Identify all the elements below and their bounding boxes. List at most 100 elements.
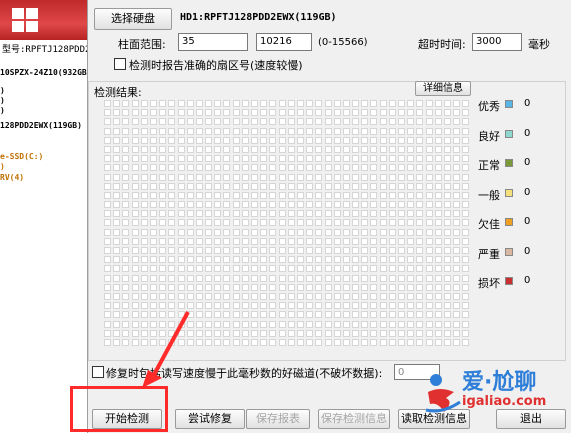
- sector-cell: [232, 173, 240, 181]
- sector-cell: [388, 182, 396, 190]
- sector-cell: [241, 145, 249, 153]
- sector-cell: [434, 228, 442, 236]
- sector-cell: [398, 201, 405, 209]
- sector-cell: [113, 311, 121, 319]
- sector-cell: [104, 256, 111, 264]
- sector-cell: [140, 228, 148, 236]
- sector-cell: [361, 247, 369, 254]
- sector-cell: [388, 329, 396, 337]
- sector-cell: [379, 145, 387, 153]
- sector-cell: [232, 283, 240, 291]
- sector-cell: [315, 219, 323, 227]
- details-button[interactable]: 详细信息: [415, 81, 471, 96]
- sector-cell: [131, 320, 139, 328]
- sector-cell: [159, 201, 167, 209]
- sector-cell: [168, 182, 176, 190]
- sector-cell: [342, 191, 350, 199]
- sector-cell: [251, 145, 258, 153]
- sector-cell: [113, 302, 121, 310]
- sector-cell: [416, 329, 424, 337]
- tree-item[interactable]: ): [0, 96, 5, 105]
- sector-cell: [260, 329, 268, 337]
- legend-item: 正常 0: [478, 157, 538, 172]
- report-exact-sector-checkbox[interactable]: [114, 58, 126, 70]
- sector-cell: [352, 210, 360, 218]
- sector-cell: [287, 100, 295, 107]
- sector-cell: [361, 210, 369, 218]
- sector-cell: [278, 237, 286, 245]
- sector-cell: [388, 191, 396, 199]
- sector-cell: [260, 164, 268, 172]
- range-end-input[interactable]: 10216: [256, 33, 312, 51]
- sector-cell: [186, 145, 194, 153]
- sector-cell: [315, 127, 323, 135]
- sector-cell: [131, 127, 139, 135]
- tree-item[interactable]: ): [0, 86, 5, 95]
- save-scan-info-button[interactable]: 保存检测信息: [318, 409, 390, 429]
- sector-cell: [333, 155, 341, 163]
- sector-cell: [333, 265, 341, 273]
- tree-item-partition-4[interactable]: RV(4): [0, 173, 24, 182]
- sector-cell: [416, 118, 424, 126]
- sector-cell: [462, 228, 470, 236]
- sector-cell: [186, 237, 194, 245]
- sector-cell: [379, 329, 387, 337]
- sector-cell: [195, 210, 203, 218]
- tree-item-disk1[interactable]: 128PDD2EWX(119GB): [0, 121, 82, 130]
- sector-cell: [443, 182, 451, 190]
- tree-item[interactable]: ): [0, 106, 5, 115]
- sector-cell: [205, 237, 213, 245]
- sector-cell: [241, 256, 249, 264]
- sector-cell: [214, 247, 222, 254]
- tree-item-disk0[interactable]: 10SPZX-24Z10(932GB: [0, 68, 87, 77]
- tree-item-partition-c[interactable]: e-SSD(C:): [0, 152, 43, 161]
- sector-cell: [425, 219, 433, 227]
- cylinder-range-label: 柱面范围:: [118, 38, 166, 51]
- sector-cell: [398, 164, 405, 172]
- sector-cell: [287, 283, 295, 291]
- sector-cell: [140, 191, 148, 199]
- sector-cell: [324, 237, 332, 245]
- timeout-input[interactable]: 3000: [472, 33, 522, 51]
- sector-cell: [379, 155, 387, 163]
- sector-cell: [195, 292, 203, 300]
- sector-cell: [407, 256, 415, 264]
- select-disk-button[interactable]: 选择硬盘: [94, 8, 172, 30]
- sector-cell: [186, 109, 194, 117]
- save-report-button[interactable]: 保存报表: [246, 409, 310, 429]
- repair-include-slow-checkbox[interactable]: [92, 366, 104, 378]
- tree-item[interactable]: ): [0, 162, 5, 171]
- try-repair-button[interactable]: 尝试修复: [175, 409, 245, 429]
- sector-cell: [361, 109, 369, 117]
- sector-cell: [388, 283, 396, 291]
- sector-cell: [269, 302, 277, 310]
- sector-cell: [140, 201, 148, 209]
- sector-cell: [407, 109, 415, 117]
- sector-cell: [278, 292, 286, 300]
- sector-cell: [398, 274, 405, 282]
- sector-cell: [306, 338, 314, 346]
- sector-cell: [159, 191, 167, 199]
- sector-cell: [131, 118, 139, 126]
- sector-cell: [104, 118, 111, 126]
- sector-cell: [398, 145, 405, 153]
- sector-cell: [278, 311, 286, 319]
- sector-cell: [269, 136, 277, 144]
- sector-cell: [315, 182, 323, 190]
- range-start-input[interactable]: 35: [178, 33, 248, 51]
- sector-cell: [324, 256, 332, 264]
- sector-cell: [214, 182, 222, 190]
- sector-cell: [443, 155, 451, 163]
- sector-cell: [232, 145, 240, 153]
- sector-cell: [462, 173, 470, 181]
- sector-cell: [425, 182, 433, 190]
- sector-cell: [214, 274, 222, 282]
- sector-cell: [269, 109, 277, 117]
- sector-cell: [104, 302, 111, 310]
- sector-cell: [205, 274, 213, 282]
- sector-cell: [113, 292, 121, 300]
- sector-cell: [205, 311, 213, 319]
- sector-cell: [315, 173, 323, 181]
- sector-cell: [370, 265, 378, 273]
- sector-cell: [104, 320, 111, 328]
